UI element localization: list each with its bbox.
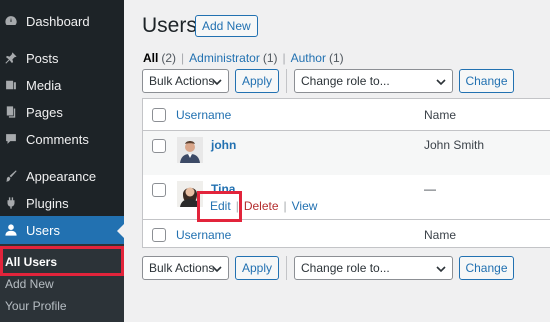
change-role-select[interactable]: Change role to... bbox=[294, 69, 453, 93]
sidebar-item-comments[interactable]: Comments bbox=[0, 125, 124, 153]
sidebar-item-label: Appearance bbox=[26, 168, 97, 184]
change-role-button-bottom[interactable]: Change bbox=[459, 256, 514, 280]
avatar bbox=[177, 137, 203, 163]
select-all-checkbox[interactable] bbox=[152, 108, 166, 122]
column-username[interactable]: Username bbox=[176, 108, 231, 122]
change-role-button[interactable]: Change bbox=[459, 69, 514, 93]
user-role-filters: All (2) | Administrator (1) | Author (1) bbox=[143, 51, 344, 65]
page-title: Users bbox=[142, 14, 197, 37]
plugin-icon bbox=[4, 196, 18, 210]
bulk-actions-value: Bulk Actions bbox=[149, 74, 215, 88]
filter-all-count: (2) bbox=[161, 51, 177, 65]
users-table: Username Name john John Smith Tina — Use… bbox=[142, 98, 550, 248]
username-link[interactable]: john bbox=[211, 138, 236, 152]
user-display-name: John Smith bbox=[424, 138, 485, 152]
control-divider bbox=[286, 256, 287, 280]
chevron-down-icon bbox=[212, 76, 222, 86]
chevron-down-icon bbox=[436, 263, 446, 273]
chevron-down-icon bbox=[436, 76, 446, 86]
user-display-name: — bbox=[424, 182, 436, 196]
sidebar-item-dashboard[interactable]: Dashboard bbox=[0, 7, 124, 35]
sidebar-item-label: Users bbox=[26, 222, 60, 238]
submenu-item-your-profile[interactable]: Your Profile bbox=[0, 293, 124, 319]
edit-link-highlight bbox=[197, 191, 242, 222]
change-role-select-bottom[interactable]: Change role to... bbox=[294, 256, 453, 280]
sidebar-item-label: Media bbox=[26, 77, 62, 93]
view-user-link[interactable]: View bbox=[292, 199, 318, 213]
pages-icon bbox=[4, 105, 18, 119]
sidebar-item-label: Dashboard bbox=[26, 13, 90, 29]
filter-separator: | bbox=[181, 51, 185, 65]
sidebar-item-plugins[interactable]: Plugins bbox=[0, 189, 124, 217]
sidebar-item-label: Pages bbox=[26, 104, 63, 120]
apply-button-bottom[interactable]: Apply bbox=[235, 256, 279, 280]
add-new-button[interactable]: Add New bbox=[195, 15, 258, 37]
filter-separator: | bbox=[282, 51, 286, 65]
chevron-down-icon bbox=[212, 263, 222, 273]
sidebar-item-users[interactable]: Users bbox=[0, 216, 124, 244]
filter-author[interactable]: Author bbox=[291, 51, 326, 65]
bulk-actions-select-bottom[interactable]: Bulk Actions bbox=[142, 256, 229, 280]
filter-administrator-count: (1) bbox=[262, 51, 278, 65]
pin-icon bbox=[4, 51, 18, 65]
column-name: Name bbox=[424, 108, 457, 122]
column-name: Name bbox=[424, 228, 457, 242]
delete-user-link[interactable]: Delete bbox=[244, 199, 279, 213]
user-icon bbox=[4, 223, 18, 237]
apply-button[interactable]: Apply bbox=[235, 69, 279, 93]
row-action-separator: | bbox=[283, 199, 287, 213]
media-icon bbox=[4, 78, 18, 92]
admin-sidebar: Dashboard Posts Media Pages Comments App… bbox=[0, 0, 124, 322]
row-checkbox[interactable] bbox=[152, 139, 166, 153]
sidebar-item-media[interactable]: Media bbox=[0, 71, 124, 99]
bulk-actions-select[interactable]: Bulk Actions bbox=[142, 69, 229, 93]
column-username[interactable]: Username bbox=[176, 228, 231, 242]
sidebar-item-label: Plugins bbox=[26, 195, 69, 211]
dashboard-icon bbox=[4, 14, 18, 28]
filter-author-count: (1) bbox=[328, 51, 344, 65]
table-row: john John Smith bbox=[143, 131, 550, 175]
sidebar-item-posts[interactable]: Posts bbox=[0, 44, 124, 72]
row-checkbox[interactable] bbox=[152, 183, 166, 197]
comment-icon bbox=[4, 132, 18, 146]
sidebar-item-label: Posts bbox=[26, 50, 59, 66]
current-menu-arrow bbox=[117, 224, 124, 238]
bulk-actions-value: Bulk Actions bbox=[149, 261, 215, 275]
sidebar-item-label: Comments bbox=[26, 131, 89, 147]
filter-administrator[interactable]: Administrator bbox=[189, 51, 260, 65]
brush-icon bbox=[4, 169, 18, 183]
table-footer-row: Username Name bbox=[143, 219, 550, 249]
table-header-row: Username Name bbox=[143, 99, 550, 131]
select-all-checkbox[interactable] bbox=[152, 228, 166, 242]
change-role-value: Change role to... bbox=[301, 261, 390, 275]
all-users-highlight bbox=[0, 246, 124, 276]
sidebar-item-appearance[interactable]: Appearance bbox=[0, 162, 124, 190]
sidebar-item-pages[interactable]: Pages bbox=[0, 98, 124, 126]
control-divider bbox=[286, 69, 287, 93]
filter-all[interactable]: All bbox=[143, 51, 158, 65]
change-role-value: Change role to... bbox=[301, 74, 390, 88]
